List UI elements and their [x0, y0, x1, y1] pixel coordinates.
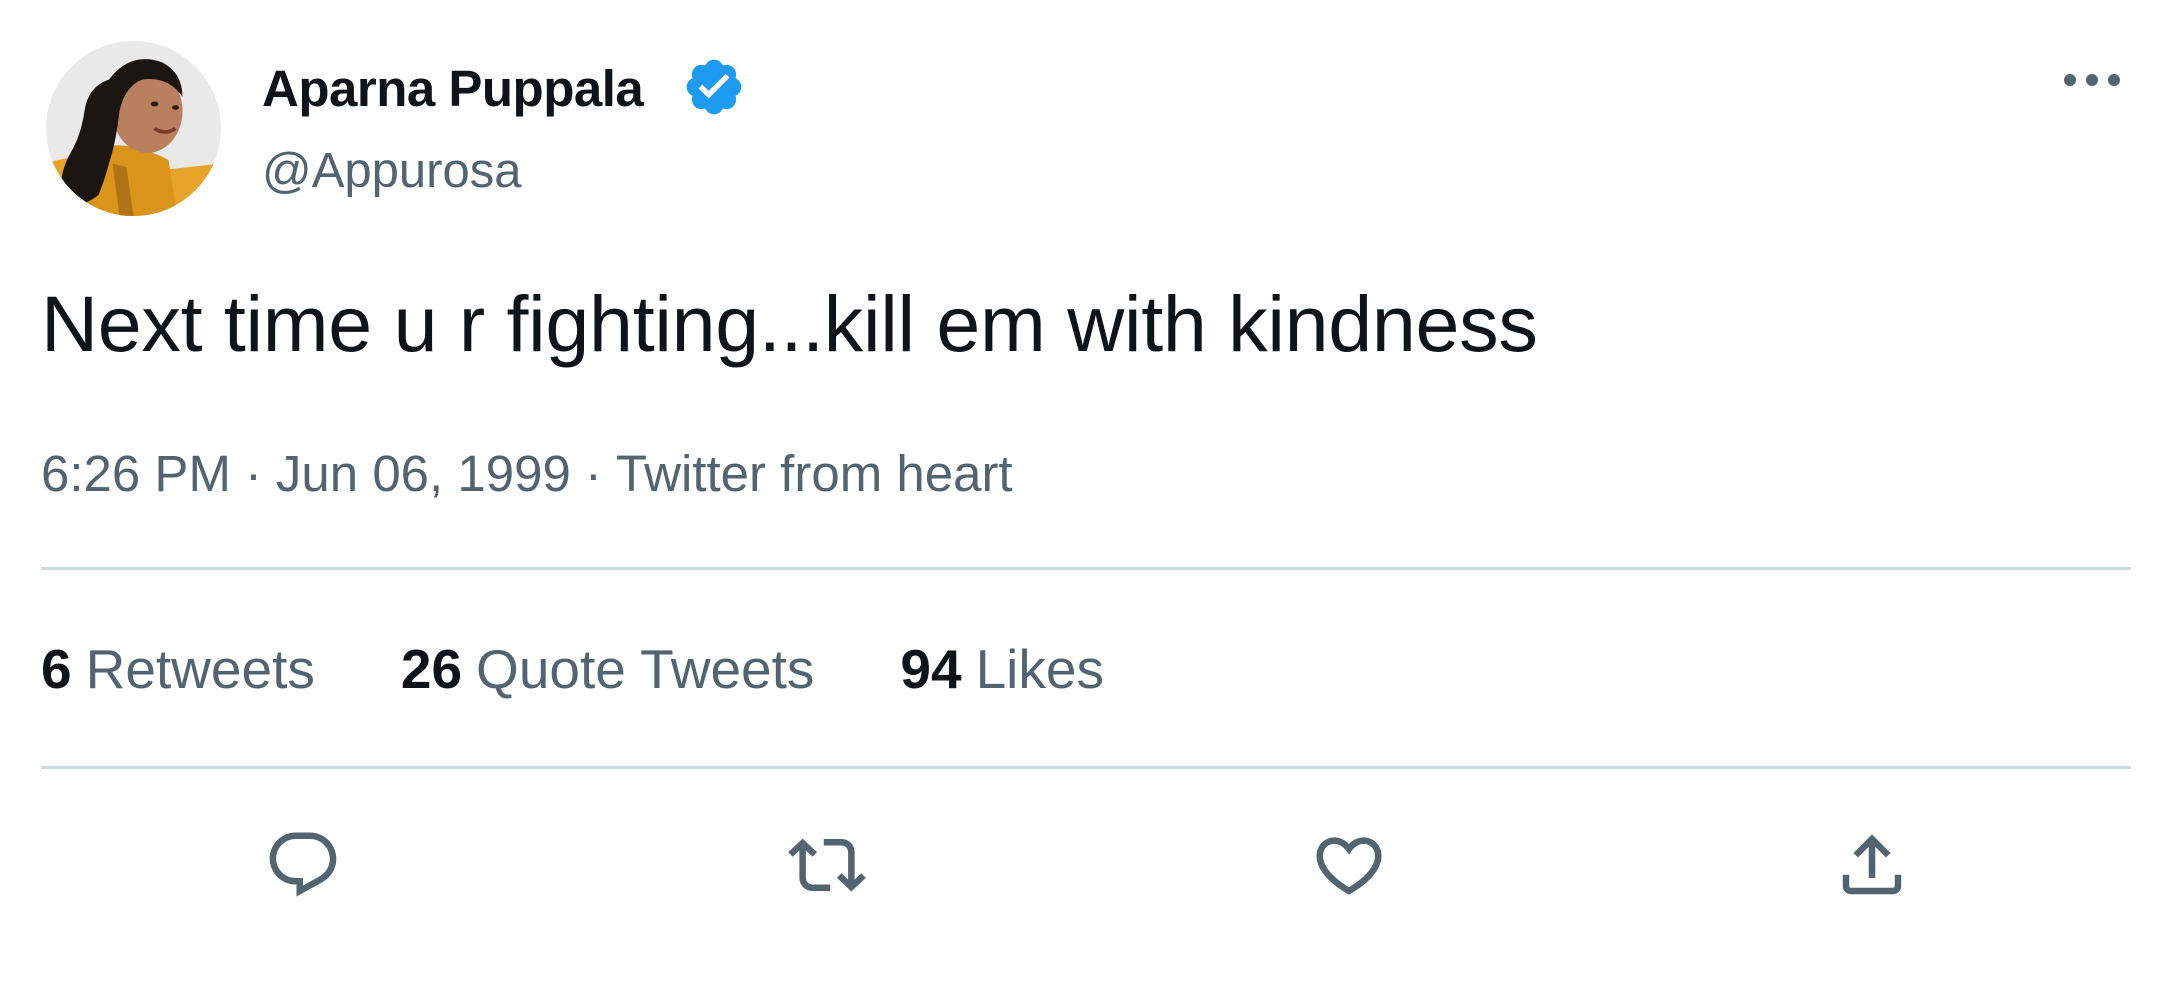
- retweets-count: 6: [41, 638, 72, 700]
- avatar[interactable]: [46, 41, 221, 216]
- likes-count: 94: [900, 638, 962, 700]
- likes-stat[interactable]: 94 Likes: [900, 633, 1104, 705]
- likes-label: Likes: [975, 638, 1104, 700]
- retweet-icon: [788, 838, 866, 892]
- tweet-source[interactable]: Twitter from heart: [616, 445, 1013, 502]
- meta-separator: ·: [584, 445, 602, 502]
- share-icon: [1842, 834, 1902, 895]
- more-horizontal-icon[interactable]: [2060, 54, 2124, 106]
- verified-badge-icon: [682, 55, 746, 119]
- divider: [41, 766, 2131, 769]
- tweet-metadata: 6:26 PM · Jun 06, 1999 · Twitter from heart: [41, 440, 1013, 508]
- reply-button[interactable]: [258, 820, 348, 910]
- display-name[interactable]: Aparna Puppala: [262, 55, 644, 123]
- like-button[interactable]: [1304, 820, 1394, 910]
- heart-icon: [1316, 837, 1382, 895]
- retweets-stat[interactable]: 6 Retweets: [41, 633, 315, 705]
- author-handle[interactable]: @Appurosa: [262, 139, 522, 203]
- engagement-stats: 6 Retweets 26 Quote Tweets 94 Likes: [41, 633, 1104, 705]
- divider: [41, 567, 2131, 570]
- meta-separator: ·: [244, 445, 262, 502]
- quote-tweets-stat[interactable]: 26 Quote Tweets: [401, 633, 815, 705]
- share-button[interactable]: [1827, 820, 1917, 910]
- tweet-card: Aparna Puppala @Appurosa Next time u r f…: [0, 0, 2160, 984]
- tweet-time[interactable]: 6:26 PM: [41, 445, 231, 502]
- action-bar: [0, 820, 2160, 910]
- tweet-text: Next time u r fighting...kill em with ki…: [41, 279, 1538, 368]
- retweet-button[interactable]: [782, 820, 872, 910]
- avatar-image: [46, 41, 221, 216]
- reply-icon: [269, 832, 337, 897]
- tweet-date[interactable]: Jun 06, 1999: [276, 445, 571, 502]
- retweets-label: Retweets: [85, 638, 315, 700]
- quote-tweets-count: 26: [400, 638, 463, 700]
- quote-tweets-label: Quote Tweets: [476, 638, 815, 700]
